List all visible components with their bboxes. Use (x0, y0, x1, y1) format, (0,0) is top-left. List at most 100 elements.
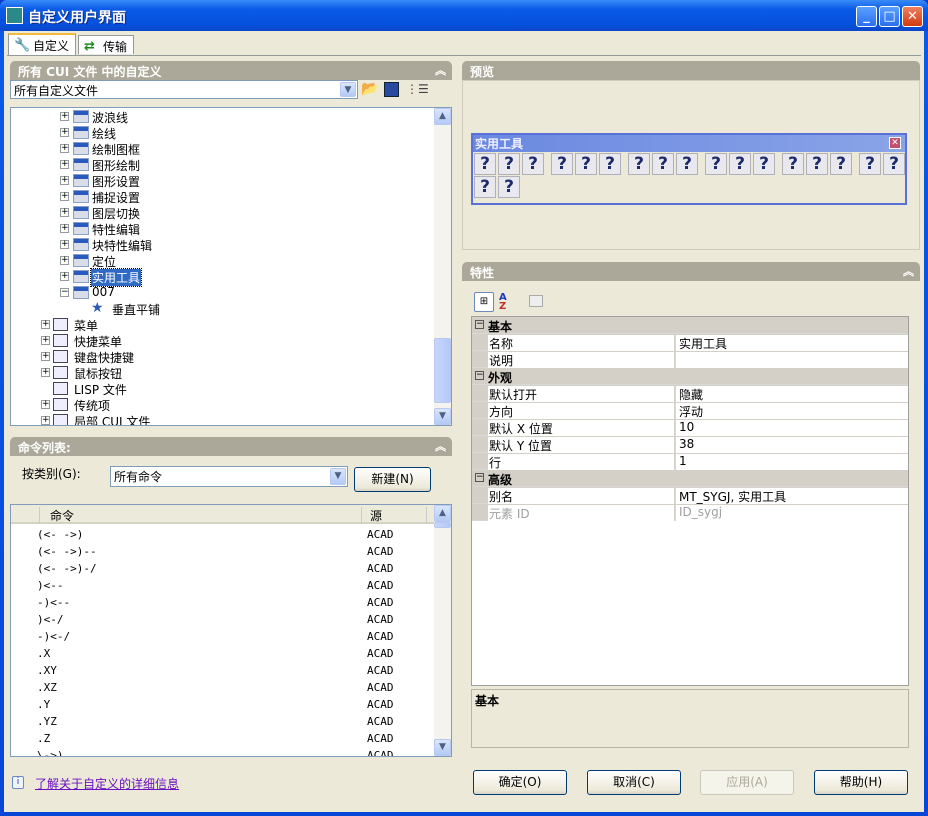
close-button[interactable]: ✕ (902, 6, 923, 27)
category-select[interactable]: 所有命令 ▼ (110, 466, 348, 487)
maximize-button[interactable]: □ (879, 6, 900, 27)
tree-node[interactable]: + 特性编辑 (11, 221, 431, 237)
property-row[interactable]: 行1 (472, 453, 908, 470)
tab-customize[interactable]: 🔧 自定义 (8, 33, 77, 55)
cancel-button[interactable]: 取消(C) (587, 770, 681, 795)
property-row[interactable]: 说明 (472, 351, 908, 368)
tree-node[interactable]: + 捕捉设置 (11, 189, 431, 205)
expand-icon[interactable]: + (60, 128, 69, 137)
collapse-icon[interactable]: ︽ (435, 438, 446, 454)
list-view-icon[interactable]: ⋮☰ (406, 82, 429, 96)
expand-icon[interactable]: + (60, 176, 69, 185)
minimize-button[interactable]: _ (856, 6, 877, 27)
chevron-down-icon[interactable]: ▼ (330, 468, 346, 485)
property-grid[interactable]: − 基本 名称 实用工具 说明 − 外观 默认打开 隐藏 方向 浮动 默认 X 位置 10 默认 Y 位置… (471, 316, 909, 686)
tree-node[interactable]: − 007 (11, 285, 431, 301)
tree-node[interactable]: + 绘线 (11, 125, 431, 141)
table-row[interactable]: (<- ->)-/ ACAD (11, 560, 431, 577)
scroll-up-arrow[interactable]: ▲ (434, 505, 451, 522)
property-value[interactable]: 隐藏 (675, 386, 908, 402)
scroll-up-arrow[interactable]: ▲ (434, 108, 451, 125)
expand-icon[interactable]: + (60, 224, 69, 233)
tree-node[interactable]: ★ 垂直平铺 (11, 300, 431, 317)
tree-node[interactable]: + 图形设置 (11, 173, 431, 189)
command-list-scrollbar[interactable]: ▲ ▼ (434, 505, 451, 756)
property-value[interactable]: 浮动 (675, 403, 908, 419)
open-file-icon[interactable]: 📂 (361, 81, 378, 97)
table-row[interactable]: .XZ ACAD (11, 679, 431, 696)
collapse-icon[interactable]: − (475, 473, 484, 482)
new-command-button[interactable]: 新建(N) (354, 467, 431, 492)
tree-node[interactable]: + 菜单 (11, 317, 431, 333)
expand-icon[interactable]: + (41, 416, 50, 425)
property-row[interactable]: 默认 Y 位置 38 (472, 436, 908, 453)
property-row[interactable]: 别名 MT_SYGJ, 实用工具 (472, 487, 908, 504)
table-row[interactable]: .XY ACAD (11, 662, 431, 679)
learn-more-link[interactable]: 了解关于自定义的详细信息 (35, 775, 179, 792)
column-header-command[interactable]: 命令 (39, 507, 74, 524)
table-row[interactable]: )<-- ACAD (11, 577, 431, 594)
title-bar[interactable]: 自定义用户界面 _ □ ✕ (0, 0, 928, 31)
collapse-icon[interactable]: − (475, 371, 484, 380)
property-row[interactable]: 方向 浮动 (472, 402, 908, 419)
expand-icon[interactable]: + (60, 272, 69, 281)
scroll-down-arrow[interactable]: ▼ (434, 739, 451, 756)
tree-node[interactable]: + 快捷菜单 (11, 333, 431, 349)
expand-icon[interactable]: + (60, 112, 69, 121)
scroll-down-arrow[interactable]: ▼ (434, 408, 451, 425)
property-value[interactable]: ID_sygj (675, 505, 908, 521)
tree-node[interactable]: + 定位 (11, 253, 431, 269)
expand-icon[interactable]: + (41, 400, 50, 409)
tab-transfer[interactable]: ⇄ 传输 (78, 35, 135, 54)
expand-icon[interactable]: + (41, 320, 50, 329)
help-button[interactable]: 帮助(H) (814, 770, 908, 795)
tree-scrollbar[interactable]: ▲ ▼ (434, 108, 451, 425)
collapse-icon[interactable]: ︽ (903, 263, 914, 279)
tree-node[interactable]: + 块特性编辑 (11, 237, 431, 253)
save-icon[interactable] (384, 82, 399, 97)
expand-icon[interactable]: + (60, 144, 69, 153)
tree-node[interactable]: + 图层切换 (11, 205, 431, 221)
properties-header[interactable]: 特性 ︽ (462, 262, 920, 281)
tree-node[interactable]: + 实用工具 (11, 268, 431, 287)
scroll-thumb[interactable] (434, 338, 451, 403)
table-row[interactable]: .YZ ACAD (11, 713, 431, 730)
column-header-source[interactable]: 源 (361, 507, 427, 524)
tree-node[interactable]: + 键盘快捷键 (11, 349, 431, 365)
tree-node[interactable]: + 波浪线 (11, 109, 431, 125)
tree-node[interactable]: + 图形绘制 (11, 157, 431, 173)
apply-button[interactable]: 应用(A) (700, 770, 794, 795)
property-category[interactable]: − 高级 (472, 470, 908, 487)
table-row[interactable]: (<- ->)-- ACAD (11, 543, 431, 560)
cui-tree[interactable]: + 波浪线 + 绘线 + 绘制图框 + 图形绘制 + 图形设置 + 捕捉设置 + 图层切换 + 特性编辑 + 块特… (10, 107, 452, 426)
tree-node[interactable]: + 传统项 (11, 397, 431, 413)
property-value[interactable]: 38 (675, 437, 908, 453)
collapse-icon[interactable]: ︽ (435, 62, 446, 78)
ok-button[interactable]: 确定(O) (473, 770, 567, 795)
property-value[interactable]: MT_SYGJ, 实用工具 (675, 488, 908, 504)
expand-icon[interactable]: + (41, 368, 50, 377)
sort-az-icon[interactable]: AZ (499, 293, 507, 312)
property-row[interactable]: 名称 实用工具 (472, 334, 908, 351)
tree-node[interactable]: LISP 文件 (11, 381, 431, 397)
categorized-icon[interactable]: ⊞ (474, 292, 494, 312)
property-row[interactable]: 默认 X 位置 10 (472, 419, 908, 436)
tree-node[interactable]: + 局部 CUI 文件 (11, 413, 431, 425)
property-value[interactable]: 10 (675, 420, 908, 436)
expand-icon[interactable]: + (60, 192, 69, 201)
property-value[interactable]: 1 (675, 454, 908, 470)
expand-icon[interactable]: + (60, 208, 69, 217)
table-row[interactable]: \->) ACAD (11, 747, 431, 756)
table-row[interactable]: )<-/ ACAD (11, 611, 431, 628)
table-row[interactable]: -)<-/ ACAD (11, 628, 431, 645)
table-row[interactable]: .Z ACAD (11, 730, 431, 747)
expand-icon[interactable]: + (41, 336, 50, 345)
expand-icon[interactable]: + (60, 160, 69, 169)
expand-icon[interactable]: + (60, 240, 69, 249)
table-row[interactable]: .X ACAD (11, 645, 431, 662)
tree-node[interactable]: + 绘制图框 (11, 141, 431, 157)
property-row[interactable]: 默认打开 隐藏 (472, 385, 908, 402)
expand-icon[interactable]: + (60, 256, 69, 265)
chevron-down-icon[interactable]: ▼ (340, 82, 356, 97)
property-row[interactable]: 元素 ID ID_sygj (472, 504, 908, 521)
